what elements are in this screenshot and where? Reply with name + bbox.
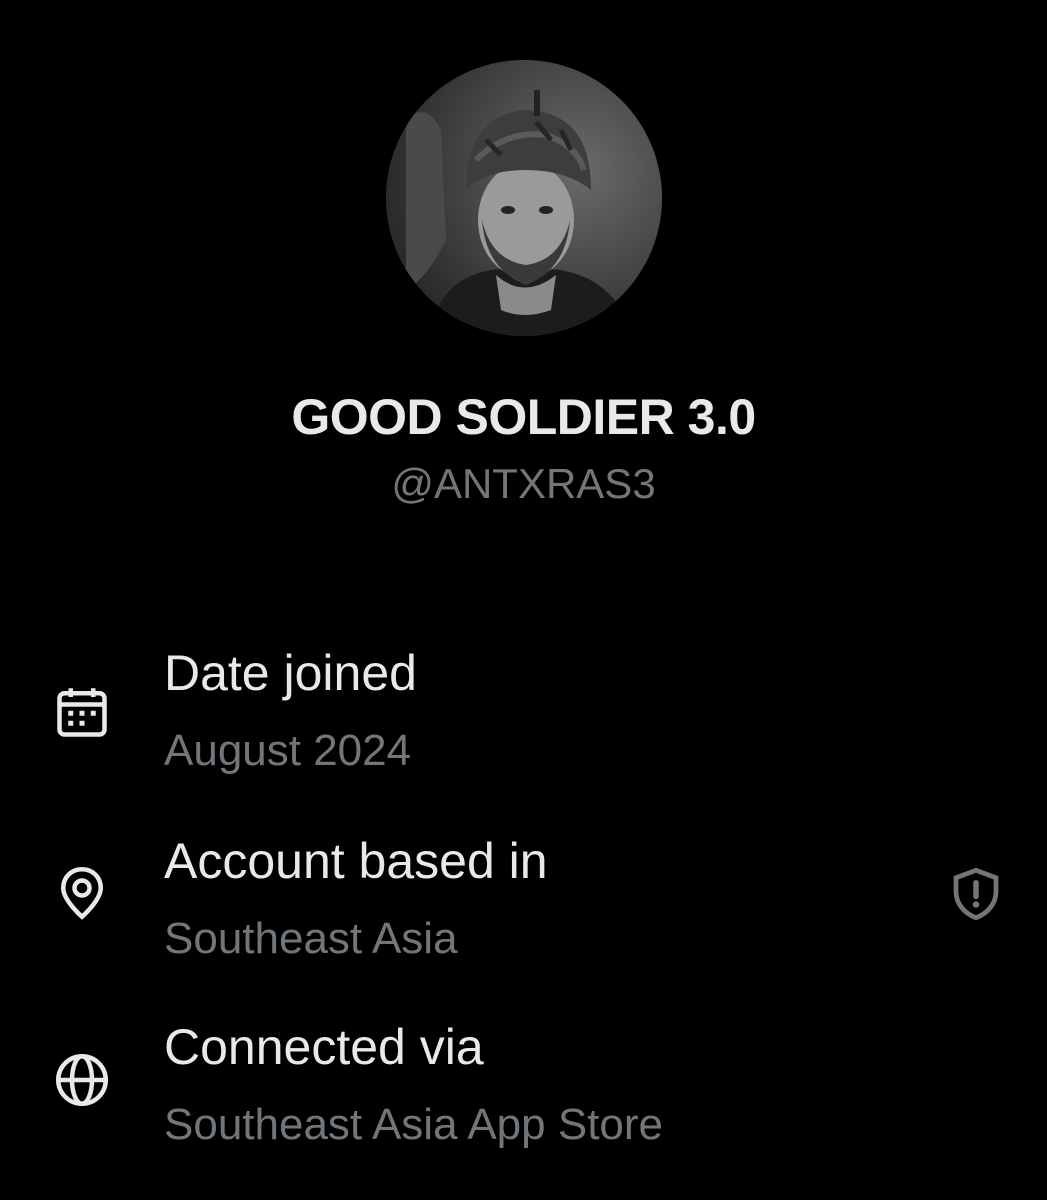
- avatar-image: [386, 60, 662, 336]
- info-row-account-based-in[interactable]: Account based in Southeast Asia: [0, 828, 1047, 988]
- calendar-icon: [57, 688, 107, 737]
- info-row-connected-via: Connected via Southeast Asia App Store: [0, 1014, 1047, 1174]
- row-title: Account based in: [164, 833, 548, 889]
- row-title: Date joined: [164, 645, 417, 701]
- profile-avatar[interactable]: [386, 60, 662, 336]
- row-value: Southeast Asia: [164, 914, 458, 963]
- row-title: Connected via: [164, 1019, 484, 1075]
- location-pin-icon: [60, 866, 104, 920]
- shield-alert-icon[interactable]: [946, 864, 1006, 924]
- globe-icon: [56, 1054, 108, 1106]
- row-value: Southeast Asia App Store: [164, 1100, 664, 1149]
- info-row-date-joined: Date joined August 2024: [0, 640, 1047, 800]
- row-value: August 2024: [164, 726, 412, 775]
- display-name: GOOD SOLDIER 3.0: [291, 389, 756, 445]
- user-handle: @ANTXRAS3: [391, 460, 656, 507]
